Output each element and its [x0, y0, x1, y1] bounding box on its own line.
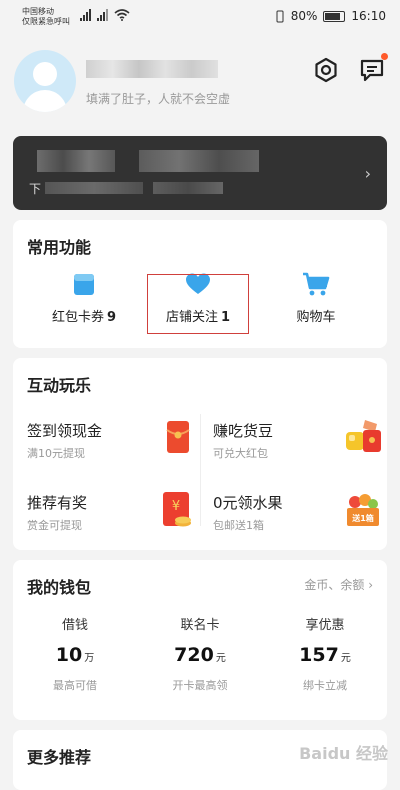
wallet-item-unit: 万 [84, 653, 95, 664]
notification-dot [381, 53, 388, 60]
carrier-name: 中国移动 [22, 7, 54, 16]
wallet-item-unit: 元 [215, 653, 226, 664]
signal-indicators [80, 9, 130, 21]
item-title: 签到领现金 [27, 422, 103, 440]
wallet-item-value: 720 [174, 644, 214, 666]
checkin-cash-item[interactable]: 签到领现金 满10元提现 [27, 420, 197, 480]
item-title: 赚吃货豆 [213, 422, 274, 440]
wifi-icon [114, 9, 130, 21]
item-subtitle: 可兑大红包 [213, 447, 268, 460]
red-packet-card-button[interactable]: 红包卡券 9 [29, 270, 139, 325]
wallet-item-value: 10 [55, 644, 83, 666]
chevron-right-icon: › [368, 578, 373, 592]
foodie-beans-item[interactable]: 赚吃货豆 可兑大红包 [213, 420, 383, 480]
item-subtitle: 包邮送1箱 [213, 519, 264, 532]
svg-text:¥: ¥ [172, 499, 180, 514]
battery-icon [323, 10, 346, 22]
banner-blurred-text [153, 182, 223, 194]
wallet-item-label: 享优惠 [305, 618, 345, 633]
beans-icon [346, 420, 381, 452]
profile-header: 填满了肚子，人就不会空虚 [0, 36, 400, 124]
wallet-item-desc: 开卡最高领 [172, 679, 228, 692]
banner-blurred-text [139, 150, 259, 172]
fruit-box-icon: 送1箱 [347, 494, 379, 526]
section-title: 更多推荐 [27, 748, 92, 767]
banner-blurred-text [37, 150, 115, 172]
interactive-play-card: 互动玩乐 签到领现金 满10元提现 赚吃货豆 可兑大红包 推荐有奖 赏金可提现 … [13, 358, 387, 550]
item-title: 0元领水果 [213, 494, 283, 512]
item-label: 红包卡券 [51, 310, 104, 325]
fruit-badge-text: 送1箱 [351, 513, 374, 523]
status-bar: 中国移动 仅限紧急呼叫 80% 16:10 [0, 0, 400, 34]
shopping-cart-icon [303, 272, 330, 296]
wallet-card: 我的钱包 金币、余额 › 借钱 10 万 最高可借 联名卡 720 元 开卡最高领 … [13, 560, 387, 720]
item-subtitle: 满10元提现 [27, 447, 85, 460]
settings-icon[interactable] [312, 56, 340, 84]
username-blurred [86, 60, 218, 78]
section-title: 互动玩乐 [27, 376, 92, 395]
battery-percent: 80% [290, 9, 318, 23]
wallet-loan-item[interactable]: 借钱 10 万 最高可借 [13, 614, 137, 693]
profile-motto: 填满了肚子，人就不会空虚 [86, 92, 231, 106]
yuan-envelope-icon: ¥ [163, 492, 191, 527]
signal-icon [80, 9, 91, 21]
free-fruit-item[interactable]: 0元领水果 包邮送1箱 送1箱 [213, 492, 383, 552]
referral-reward-item[interactable]: 推荐有奖 赏金可提现 ¥ [27, 492, 197, 552]
banner-blurred-text [45, 182, 143, 194]
item-label: 购物车 [296, 310, 336, 325]
emergency-only-text: 仅限紧急呼叫 [22, 17, 70, 26]
red-envelope-icon [166, 421, 190, 453]
wallet-discount-item[interactable]: 享优惠 157 元 绑卡立减 [263, 614, 387, 693]
highlight-box [147, 274, 249, 334]
wallet-more-link[interactable]: 金币、余额 › [304, 576, 373, 593]
wallet-item-value: 157 [299, 644, 339, 666]
section-title: 常用功能 [27, 238, 92, 257]
red-packet-card-icon [74, 274, 94, 295]
divider [200, 414, 201, 526]
wallet-item-desc: 绑卡立减 [303, 679, 347, 692]
watermark: Baidu 经验 [299, 744, 388, 763]
shopping-cart-button[interactable]: 购物车 [261, 270, 371, 325]
common-functions-card: 常用功能 红包卡券 9 店铺关注 1 购物车 [13, 220, 387, 348]
vibrate-icon [276, 10, 284, 22]
wallet-item-unit: 元 [340, 653, 351, 664]
item-count: 9 [106, 310, 117, 325]
message-icon [360, 59, 384, 82]
item-title: 推荐有奖 [27, 494, 88, 512]
wallet-item-label: 借钱 [61, 618, 88, 633]
signal-secondary-icon [97, 9, 108, 21]
wallet-item-desc: 最高可借 [53, 679, 97, 692]
wallet-cobrand-card-item[interactable]: 联名卡 720 元 开卡最高领 [138, 614, 262, 693]
wallet-item-label: 联名卡 [180, 618, 220, 633]
avatar[interactable] [14, 50, 76, 112]
clock: 16:10 [351, 9, 386, 23]
banner-prefix: 下 [29, 182, 42, 196]
message-button[interactable] [358, 53, 388, 84]
section-title: 我的钱包 [27, 578, 92, 597]
wallet-more-label: 金币、余额 [304, 578, 365, 592]
membership-banner[interactable]: 下 › [13, 136, 387, 210]
chevron-right-icon: › [364, 164, 371, 183]
status-right: 80% 16:10 [275, 9, 386, 23]
item-subtitle: 赏金可提现 [27, 519, 82, 532]
carrier-info: 中国移动 仅限紧急呼叫 [22, 7, 70, 27]
